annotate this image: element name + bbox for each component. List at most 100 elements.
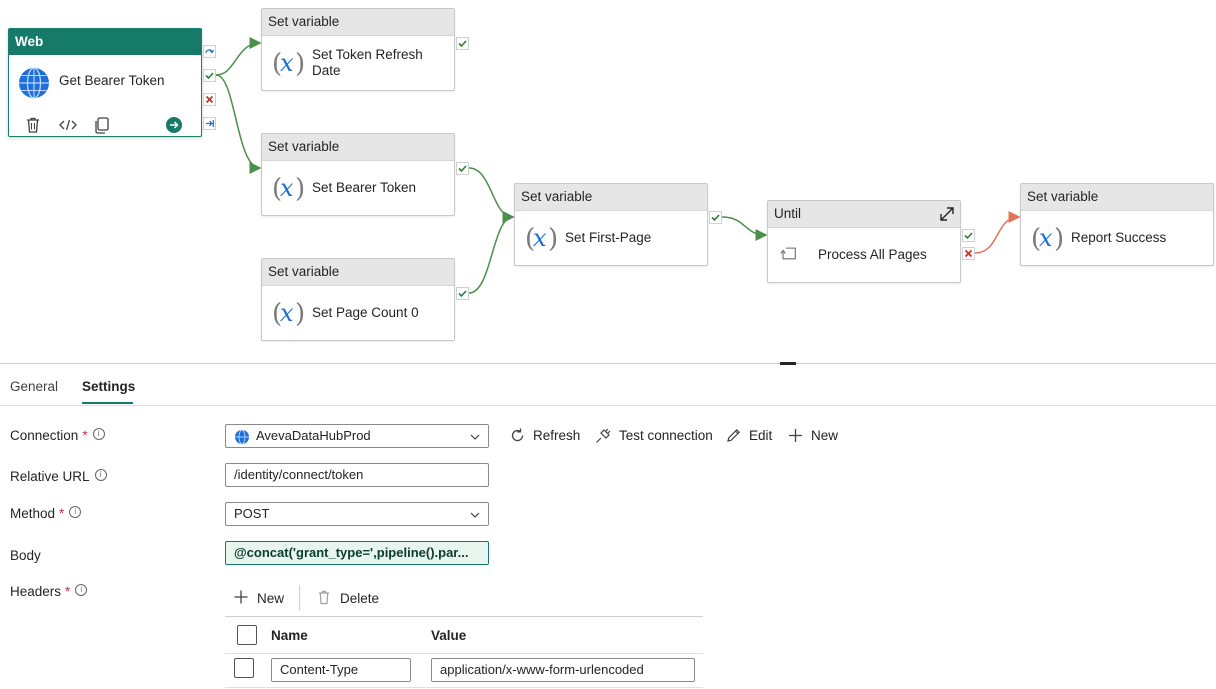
activity-set-token-refresh-date[interactable]: Set variable ( x ) Set Token Refresh Dat… <box>261 8 455 91</box>
variable-icon: ( x ) <box>1031 224 1063 254</box>
svg-text:): ) <box>548 224 557 254</box>
activity-type-label: Set variable <box>515 184 707 211</box>
activity-type-label: Set variable <box>262 259 454 286</box>
activity-web-get-bearer-token[interactable]: Web Get Bearer Token <box>8 28 202 137</box>
edge-web-to-refresh <box>215 37 262 76</box>
activity-until-process-all-pages[interactable]: Until Process All Pages <box>767 200 961 283</box>
success-port-icon[interactable] <box>962 229 975 242</box>
loop-icon <box>780 247 796 260</box>
connection-label: Connection * i <box>10 428 105 443</box>
chevron-down-icon <box>470 512 480 518</box>
toolbar-separator <box>299 585 300 611</box>
globe-icon <box>235 429 249 445</box>
success-port-icon[interactable] <box>203 69 216 82</box>
svg-text:x: x <box>533 224 547 252</box>
body-label: Body <box>10 548 41 563</box>
svg-text:x: x <box>280 174 294 202</box>
info-icon[interactable]: i <box>92 428 105 440</box>
connection-select[interactable]: AvevaDataHubProd <box>225 424 489 448</box>
activity-set-bearer-token[interactable]: Set variable ( x ) Set Bearer Token <box>261 133 455 216</box>
body-expression-input[interactable]: @concat('grant_type=',pipeline().par... <box>225 541 489 565</box>
activity-type-label: Until <box>768 201 960 228</box>
activity-set-first-page[interactable]: Set variable ( x ) Set First-Page <box>514 183 708 266</box>
activity-type-label: Set variable <box>262 9 454 36</box>
svg-text:x: x <box>1039 224 1053 252</box>
plus-icon <box>789 429 802 442</box>
success-port-icon[interactable] <box>456 162 469 175</box>
activity-name: Set Page Count 0 <box>312 305 419 320</box>
select-all-checkbox[interactable] <box>237 625 257 645</box>
edge-pagecount-to-firstpage <box>468 211 515 294</box>
success-port-icon[interactable] <box>456 287 469 300</box>
svg-text:): ) <box>295 49 304 79</box>
variable-icon: ( x ) <box>272 299 304 329</box>
activity-name: Get Bearer Token <box>59 73 165 88</box>
header-name-input[interactable]: Content-Type <box>271 658 411 682</box>
connection-value: AvevaDataHubProd <box>256 428 371 443</box>
chevron-down-icon <box>470 434 480 440</box>
completion-port-icon[interactable] <box>203 117 216 130</box>
success-port-icon[interactable] <box>456 37 469 50</box>
copy-icon[interactable] <box>92 115 112 135</box>
activity-name-line1: Set Token Refresh <box>312 47 423 62</box>
required-mark: * <box>65 584 71 599</box>
edge-web-to-bearer <box>215 74 262 174</box>
go-to-icon[interactable] <box>164 115 184 135</box>
activity-name: Set First-Page <box>565 230 652 245</box>
variable-icon: ( x ) <box>272 174 304 204</box>
column-header-value: Value <box>431 628 467 643</box>
svg-text:x: x <box>280 49 294 77</box>
edge-bearer-to-firstpage <box>468 167 515 223</box>
failure-port-icon[interactable] <box>962 247 975 260</box>
method-value: POST <box>234 506 270 521</box>
tab-general[interactable]: General <box>10 379 58 394</box>
success-port-icon[interactable] <box>709 211 722 224</box>
relative-url-input[interactable]: /identity/connect/token <box>225 463 489 487</box>
pipeline-canvas[interactable]: Web Get Bearer Token Set variable (x Se… <box>0 0 1216 364</box>
table-row: Content-Type application/x-www-form-urle… <box>225 654 703 688</box>
delete-icon[interactable] <box>23 115 43 135</box>
required-mark: * <box>82 428 88 443</box>
svg-text:): ) <box>1054 224 1063 254</box>
relative-url-label: Relative URL i <box>10 469 107 484</box>
svg-text:): ) <box>295 174 304 204</box>
skip-port-icon[interactable] <box>203 45 216 58</box>
activity-type-label: Set variable <box>1021 184 1213 211</box>
headers-table: Name Value Content-Type application/x-ww… <box>225 616 703 688</box>
method-select[interactable]: POST <box>225 502 489 526</box>
activity-type-label: Set variable <box>262 134 454 161</box>
svg-text:x: x <box>280 299 294 327</box>
svg-text:): ) <box>295 299 304 329</box>
required-mark: * <box>59 506 65 521</box>
variable-icon: ( x ) <box>525 224 557 254</box>
edge-until-to-report <box>974 211 1021 254</box>
active-tab-indicator <box>82 402 133 404</box>
activity-name: Report Success <box>1071 230 1167 245</box>
edge-firstpage-to-until <box>721 216 768 241</box>
activity-name: Process All Pages <box>818 247 927 262</box>
info-icon[interactable]: i <box>75 584 88 596</box>
method-label: Method * i <box>10 506 82 521</box>
globe-icon <box>19 67 49 99</box>
refresh-icon <box>511 428 524 442</box>
column-header-name: Name <box>271 628 308 643</box>
info-icon[interactable]: i <box>94 469 107 481</box>
activity-report-success[interactable]: Set variable ( x ) Report Success <box>1020 183 1214 266</box>
delete-icon <box>319 590 329 605</box>
expand-icon[interactable] <box>938 205 956 223</box>
activity-toolbar <box>23 115 193 135</box>
plug-icon <box>596 428 611 443</box>
headers-label: Headers * i <box>10 584 88 599</box>
failure-port-icon[interactable] <box>203 93 216 106</box>
row-checkbox[interactable] <box>234 658 254 678</box>
properties-tabs: General Settings <box>0 364 1216 406</box>
headers-table-header-row: Name Value <box>225 617 703 654</box>
variable-icon: ( x ) <box>272 49 304 79</box>
code-icon[interactable] <box>58 115 78 135</box>
info-icon[interactable]: i <box>69 506 82 518</box>
plus-icon <box>234 590 248 604</box>
activity-name-line2: Date <box>312 63 341 78</box>
header-value-input[interactable]: application/x-www-form-urlencoded <box>431 658 695 682</box>
tab-settings[interactable]: Settings <box>82 379 135 394</box>
activity-set-page-count-0[interactable]: Set variable ( x ) Set Page Count 0 <box>261 258 455 341</box>
